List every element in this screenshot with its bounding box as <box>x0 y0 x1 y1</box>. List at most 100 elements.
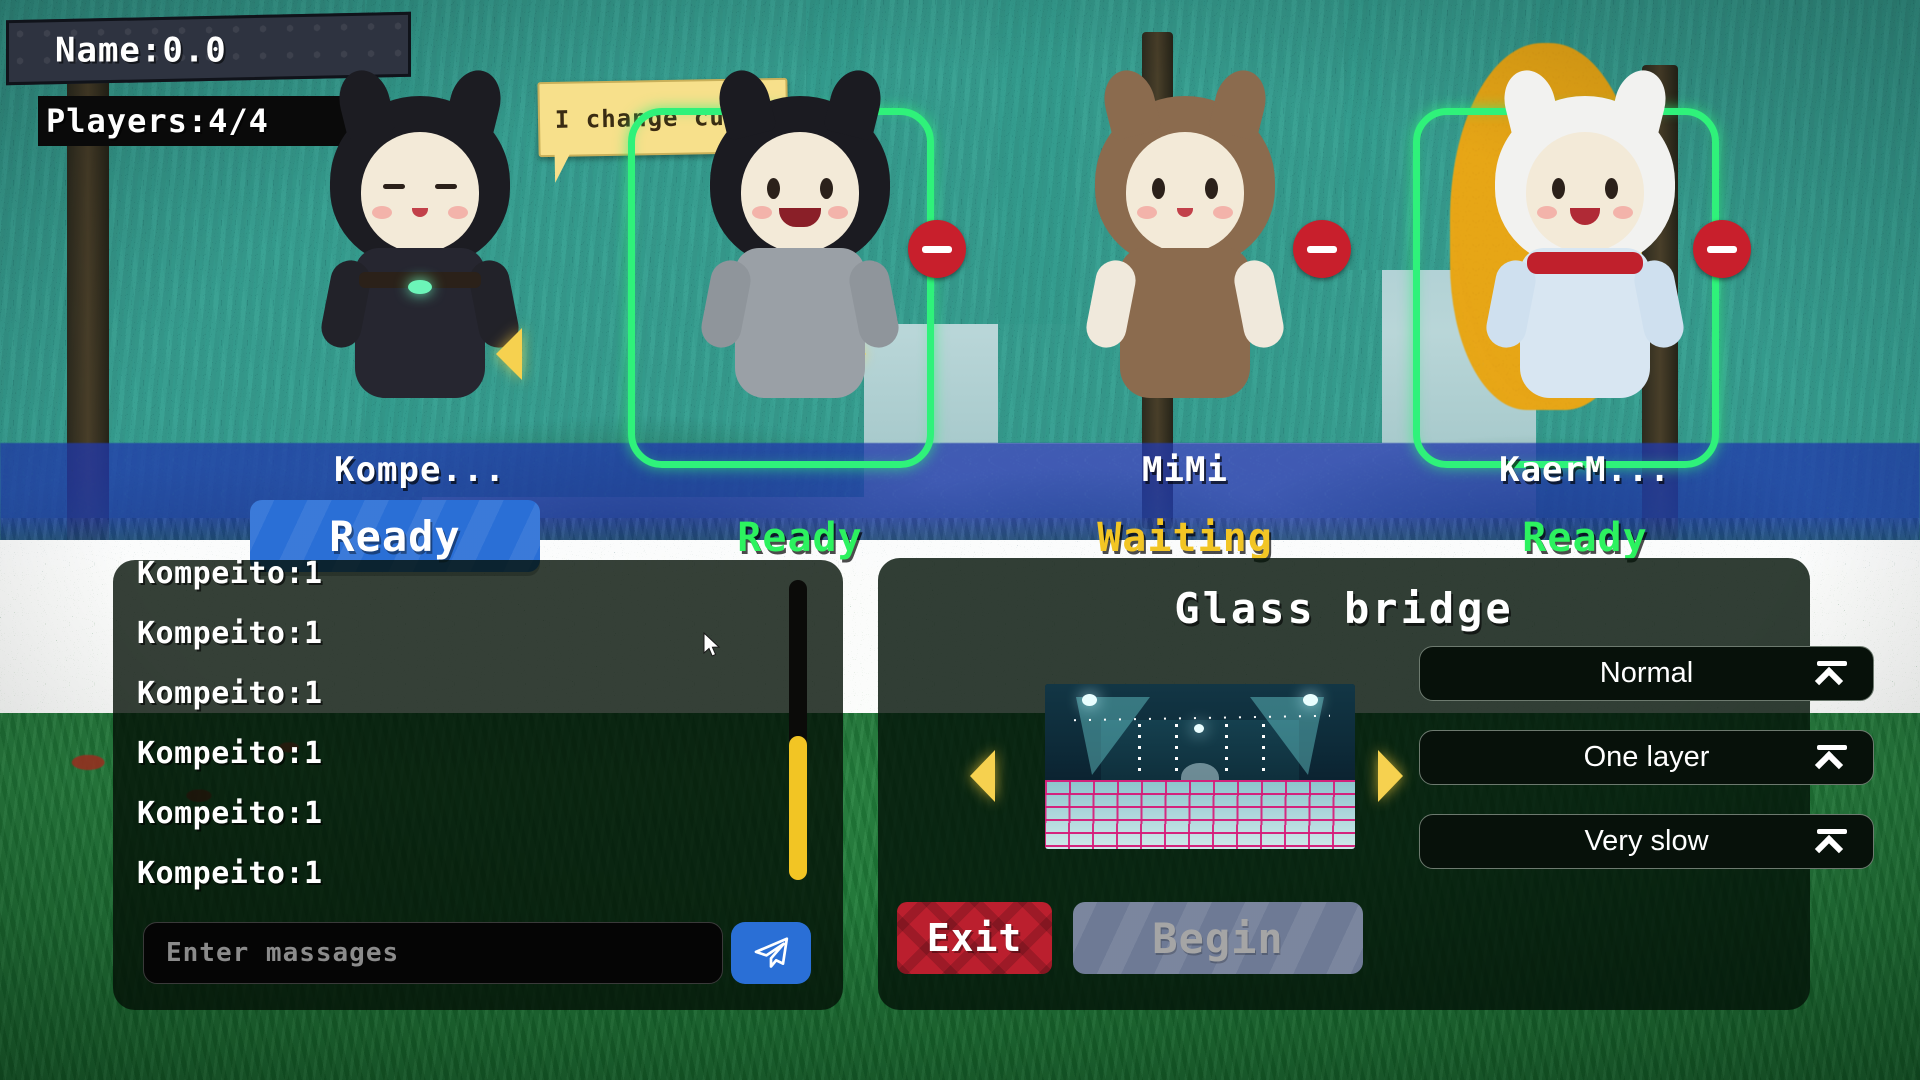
mouth <box>1177 208 1193 217</box>
cheek-right <box>828 206 848 219</box>
player-slot-local[interactable]: Kompe... Ready <box>250 60 866 572</box>
next-map-arrow[interactable] <box>1378 750 1403 802</box>
chat-message-log[interactable]: Kompeito:1 Kompeito:1 Kompeito:1 Kompeito:1… <box>113 560 843 912</box>
speed-dropdown[interactable]: Very slow <box>1419 814 1874 869</box>
ready-toggle-label: Ready <box>329 511 461 561</box>
eye-right <box>1205 178 1218 199</box>
cat-hood <box>1095 64 1275 268</box>
send-message-button[interactable] <box>731 922 811 984</box>
body <box>735 248 865 398</box>
kick-player-button[interactable] <box>1693 220 1751 278</box>
cat-ear-right <box>442 64 508 142</box>
hanging-lights <box>1138 723 1141 774</box>
player-status-label: Ready <box>1522 515 1648 561</box>
chat-input[interactable] <box>143 922 723 984</box>
cheek-left <box>1137 206 1157 219</box>
mouth <box>1570 208 1600 225</box>
chevron-up-icon <box>1814 659 1849 695</box>
cheek-right <box>1613 206 1633 219</box>
begin-button[interactable]: Begin <box>1073 902 1363 974</box>
minus-icon <box>1307 245 1337 253</box>
eye-right <box>1605 178 1618 199</box>
body <box>1120 248 1250 398</box>
cheek-left <box>372 206 392 219</box>
hanging-lights <box>1224 723 1228 774</box>
scarf <box>1527 252 1643 274</box>
cat-ear-left <box>1497 64 1563 142</box>
player-status-label: Waiting <box>1097 515 1273 561</box>
player-slot-4: KaerM... Ready <box>1413 60 1751 561</box>
chat-message: Kompeito:1 <box>137 796 323 831</box>
cat-hood <box>1495 64 1675 268</box>
player-slot-3: MiMi Waiting <box>1035 60 1351 561</box>
cat-hood <box>330 64 510 268</box>
map-preview-image <box>1045 684 1355 849</box>
player-name-label: KaerM... <box>1499 450 1671 490</box>
glass-tile-floor <box>1045 779 1355 849</box>
hanging-lights <box>1175 723 1179 774</box>
eye-left <box>1152 178 1165 199</box>
minus-icon <box>1707 245 1737 253</box>
body <box>355 248 485 398</box>
kick-player-button[interactable] <box>908 220 966 278</box>
face <box>741 132 859 252</box>
cat-ear-right <box>1207 64 1273 142</box>
cat-ear-left <box>712 64 778 142</box>
begin-button-label: Begin <box>1152 913 1284 963</box>
kick-player-button[interactable] <box>1293 220 1351 278</box>
face <box>361 132 479 252</box>
mouse-cursor <box>703 632 721 657</box>
minus-icon <box>922 245 952 253</box>
eye-left <box>1552 178 1565 199</box>
eye-left <box>767 178 780 199</box>
chat-scrollbar-thumb[interactable] <box>789 736 807 880</box>
prev-map-arrow[interactable] <box>970 750 995 802</box>
eye-right <box>820 178 833 199</box>
exit-button-label: Exit <box>926 916 1023 960</box>
cheek-left <box>1537 206 1557 219</box>
map-preview-thumbnail[interactable] <box>1045 684 1355 849</box>
face <box>1126 132 1244 252</box>
eye-left <box>383 184 405 189</box>
cheek-left <box>752 206 772 219</box>
hanging-lights <box>1262 723 1265 774</box>
chevron-up-icon <box>1814 827 1849 863</box>
cat-hood <box>710 64 890 268</box>
chat-message: Kompeito:1 <box>137 676 323 711</box>
cheek-right <box>448 206 468 219</box>
chat-panel: Kompeito:1 Kompeito:1 Kompeito:1 Kompeito:1… <box>113 560 843 1010</box>
player-name-label: MiMi <box>1142 450 1228 490</box>
avatar <box>1067 64 1303 410</box>
chat-scrollbar-track[interactable] <box>789 580 807 880</box>
mouth <box>412 208 428 217</box>
speed-dropdown-value: Very slow <box>1584 825 1709 857</box>
avatar <box>682 64 918 410</box>
map-settings-panel: Glass bridge Normal One layer Very slow <box>878 558 1874 1010</box>
prev-character-arrow[interactable] <box>496 328 522 380</box>
player-slot-row: Kompe... Ready Ready MiMi Waiting KaerM.… <box>0 60 1920 572</box>
chat-message: Kompeito:1 <box>137 616 323 651</box>
cheek-right <box>1213 206 1233 219</box>
chat-message: Kompeito:1 <box>137 736 323 771</box>
layers-dropdown-value: One layer <box>1583 741 1710 773</box>
lamp-left <box>1082 693 1098 706</box>
difficulty-dropdown[interactable]: Normal <box>1419 646 1874 701</box>
layers-dropdown[interactable]: One layer <box>1419 730 1874 785</box>
mouth <box>776 208 824 230</box>
player-slot-2: Ready <box>628 60 966 561</box>
cat-ear-left <box>1097 64 1163 142</box>
cat-ear-left <box>332 64 398 142</box>
player-status-label: Ready <box>737 515 863 561</box>
exit-button[interactable]: Exit <box>897 902 1052 974</box>
lamp-right <box>1302 693 1318 706</box>
chat-message: Kompeito:1 <box>137 560 323 591</box>
chevron-up-icon <box>1814 743 1849 779</box>
cat-ear-right <box>1607 64 1673 142</box>
paper-plane-icon <box>754 937 789 968</box>
difficulty-dropdown-value: Normal <box>1599 657 1694 689</box>
face <box>1526 132 1644 252</box>
chat-input-row <box>143 922 811 984</box>
player-name-label: Kompe... <box>334 450 506 490</box>
map-title: Glass bridge <box>1174 584 1514 633</box>
avatar <box>1467 64 1703 410</box>
